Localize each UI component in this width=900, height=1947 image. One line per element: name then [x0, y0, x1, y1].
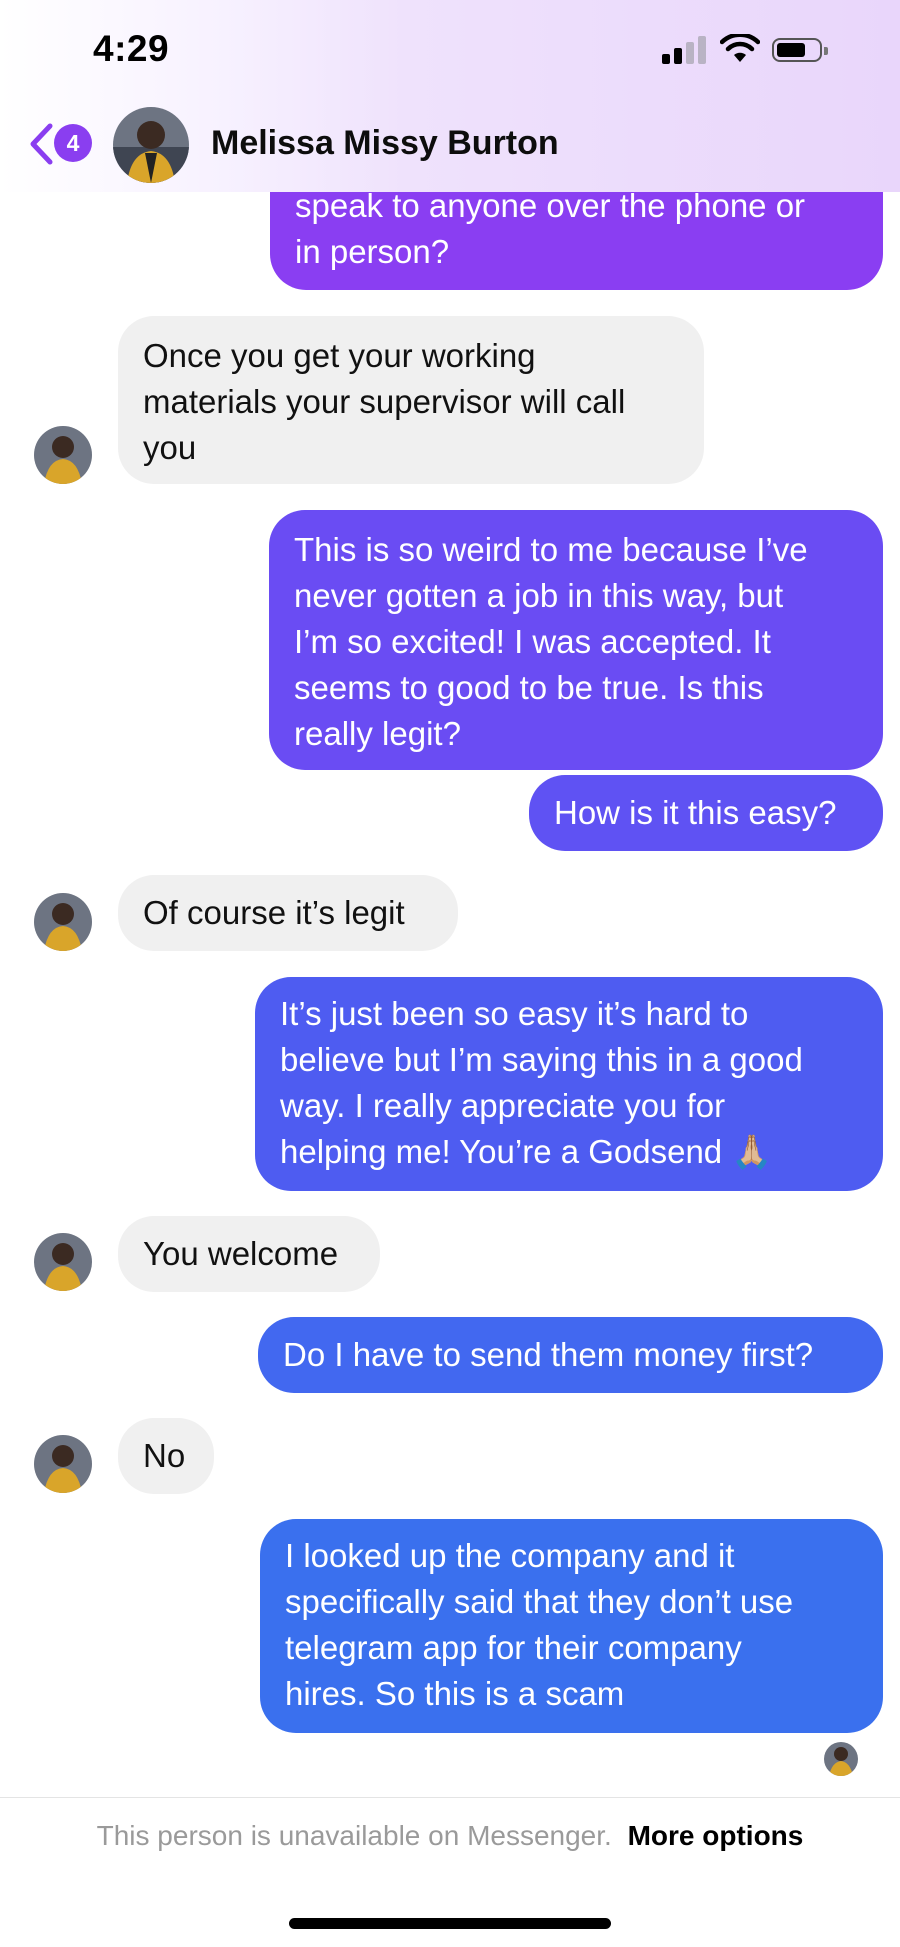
message-line: Of course it’s legit — [143, 894, 405, 931]
unread-count-badge: 4 — [54, 124, 92, 162]
message-line: I’m so excited! I was accepted. It — [294, 623, 771, 660]
message-line: believe but I’m saying this in a good — [280, 1041, 803, 1078]
message-line: You welcome — [143, 1235, 339, 1272]
received-message-bubble[interactable]: You welcome — [118, 1216, 380, 1292]
contact-name[interactable]: Melissa Missy Burton — [211, 124, 559, 163]
message-line: you — [143, 429, 197, 466]
message-line: I looked up the company and it — [285, 1537, 735, 1574]
message-line: hires. So this is a scam — [285, 1675, 625, 1712]
message-line: It’s just been so easy it’s hard to — [280, 995, 749, 1032]
contact-avatar[interactable] — [113, 107, 189, 183]
message-line: helping me! You’re a Godsend 🙏🏼 — [280, 1133, 773, 1170]
message-line: never gotten a job in this way, but — [294, 577, 784, 614]
message-line: materials your supervisor will call — [143, 383, 626, 420]
received-message-bubble[interactable]: Of course it’s legit — [118, 875, 458, 951]
message-line: telegram app for their company — [285, 1629, 742, 1666]
message-line: in person? — [295, 233, 450, 270]
top-bar: 4:29 4 Melissa Missy Burton — [0, 0, 900, 192]
message-line: This is so weird to me because I’ve — [294, 531, 808, 568]
battery-icon — [772, 38, 828, 62]
sent-message-bubble[interactable]: This is so weird to me because I’ve neve… — [269, 510, 883, 770]
received-message-bubble[interactable]: No — [118, 1418, 214, 1494]
message-line: specifically said that they don’t use — [285, 1583, 794, 1620]
wifi-icon — [720, 34, 760, 62]
signal-icon — [662, 34, 708, 64]
back-button[interactable]: 4 — [28, 120, 98, 168]
message-line: really legit? — [294, 715, 461, 752]
chevron-left-icon — [30, 123, 53, 165]
footer-divider — [0, 1797, 900, 1798]
avatar-image — [113, 107, 189, 183]
message-line: seems to good to be true. Is this — [294, 669, 764, 706]
received-message-bubble[interactable]: Once you get your working materials your… — [118, 316, 704, 484]
sent-message-bubble[interactable]: It’s just been so easy it’s hard to beli… — [255, 977, 883, 1191]
status-time: 4:29 — [93, 28, 170, 69]
sender-avatar[interactable] — [34, 893, 92, 951]
sent-message-bubble[interactable]: How is it this easy? — [529, 775, 883, 851]
message-line: How is it this easy? — [554, 794, 837, 831]
status-icons — [662, 34, 842, 68]
unavailable-footer: This person is unavailable on Messenger.… — [0, 1820, 900, 1852]
message-line: Do I have to send them money first? — [283, 1336, 814, 1373]
message-line: No — [143, 1437, 186, 1474]
sender-avatar[interactable] — [34, 426, 92, 484]
sent-message-bubble[interactable]: I looked up the company and it specifica… — [260, 1519, 883, 1733]
message-line: way. I really appreciate you for — [280, 1087, 726, 1124]
sent-message-bubble[interactable]: Do I have to send them money first? — [258, 1317, 883, 1393]
more-options-link[interactable]: More options — [628, 1820, 804, 1851]
read-receipt-avatar — [824, 1742, 858, 1776]
sender-avatar[interactable] — [34, 1435, 92, 1493]
home-indicator[interactable] — [289, 1918, 611, 1929]
sender-avatar[interactable] — [34, 1233, 92, 1291]
message-line: Once you get your working — [143, 337, 536, 374]
unavailable-notice: This person is unavailable on Messenger. — [96, 1820, 612, 1851]
